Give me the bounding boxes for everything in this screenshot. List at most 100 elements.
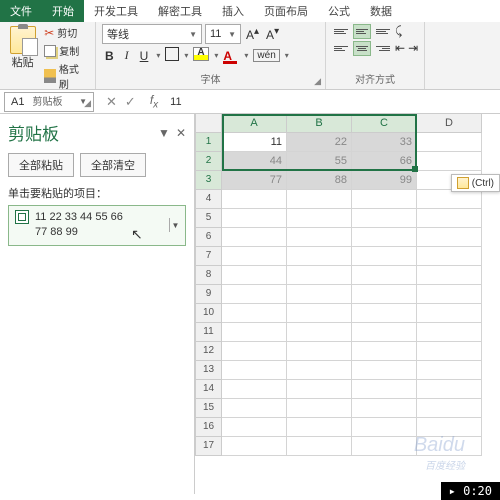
col-header-c[interactable]: C: [352, 114, 417, 133]
paste-options-button[interactable]: (Ctrl): [451, 174, 500, 192]
pane-menu-icon[interactable]: ▼: [158, 126, 170, 140]
item-menu-button[interactable]: ▼: [169, 218, 181, 232]
cell[interactable]: [352, 266, 417, 285]
cell[interactable]: [222, 190, 287, 209]
orientation-button[interactable]: ⤹: [395, 24, 402, 39]
row-header[interactable]: 16: [195, 418, 222, 437]
cell[interactable]: [352, 342, 417, 361]
phonetic-button[interactable]: wén: [253, 49, 279, 62]
cell[interactable]: [287, 418, 352, 437]
chevron-down-icon[interactable]: ▾: [214, 51, 218, 60]
cell[interactable]: [417, 342, 482, 361]
cell[interactable]: [287, 323, 352, 342]
row-header[interactable]: 3: [195, 171, 222, 190]
tab-layout[interactable]: 页面布局: [254, 0, 318, 22]
cell[interactable]: [222, 285, 287, 304]
align-top-button[interactable]: [332, 24, 350, 39]
row-header[interactable]: 14: [195, 380, 222, 399]
font-name-select[interactable]: 等线▼: [102, 24, 202, 44]
cell[interactable]: [352, 209, 417, 228]
row-header[interactable]: 15: [195, 399, 222, 418]
fill-color-button[interactable]: [193, 47, 209, 64]
cell[interactable]: [222, 266, 287, 285]
cell[interactable]: [352, 247, 417, 266]
clipboard-item[interactable]: 11 22 33 44 55 66 77 88 99 ▼ ↖: [8, 205, 186, 246]
cell[interactable]: [287, 342, 352, 361]
row-header[interactable]: 11: [195, 323, 222, 342]
cell[interactable]: 77: [222, 171, 287, 190]
row-header[interactable]: 9: [195, 285, 222, 304]
cell[interactable]: [352, 418, 417, 437]
close-icon[interactable]: ✕: [176, 126, 186, 140]
cell[interactable]: 44: [222, 152, 287, 171]
decrease-font-button[interactable]: A▾: [264, 26, 281, 42]
cell[interactable]: [222, 304, 287, 323]
cell[interactable]: 88: [287, 171, 352, 190]
chevron-down-icon[interactable]: ▾: [285, 51, 289, 60]
increase-indent-button[interactable]: ⇥: [408, 41, 418, 56]
cell[interactable]: [287, 380, 352, 399]
cell[interactable]: [287, 228, 352, 247]
cell[interactable]: [417, 209, 482, 228]
row-header[interactable]: 13: [195, 361, 222, 380]
tab-file[interactable]: 文件: [0, 0, 42, 22]
row-header[interactable]: 4: [195, 190, 222, 209]
confirm-icon[interactable]: ✓: [125, 94, 136, 110]
chevron-down-icon[interactable]: ▾: [156, 51, 160, 60]
cell[interactable]: 66: [352, 152, 417, 171]
format-painter-button[interactable]: 格式刷: [43, 60, 89, 92]
dialog-launcher-icon[interactable]: ◢: [314, 76, 321, 87]
cell[interactable]: [417, 228, 482, 247]
fx-icon[interactable]: fx: [144, 93, 164, 110]
cell[interactable]: [352, 399, 417, 418]
cell[interactable]: [417, 304, 482, 323]
cell[interactable]: [287, 304, 352, 323]
font-color-button[interactable]: [223, 49, 239, 63]
row-header[interactable]: 2: [195, 152, 222, 171]
row-header[interactable]: 17: [195, 437, 222, 456]
cell[interactable]: [417, 399, 482, 418]
cell[interactable]: [417, 190, 482, 209]
font-size-select[interactable]: 11▼: [205, 24, 241, 44]
align-center-button[interactable]: [353, 41, 371, 56]
col-header-d[interactable]: D: [417, 114, 482, 133]
cell[interactable]: [352, 380, 417, 399]
tab-data[interactable]: 数据: [360, 0, 402, 22]
cell[interactable]: [352, 304, 417, 323]
cell[interactable]: [417, 247, 482, 266]
cell[interactable]: [222, 380, 287, 399]
cell[interactable]: [287, 285, 352, 304]
cell[interactable]: [287, 266, 352, 285]
cell[interactable]: [222, 247, 287, 266]
cell[interactable]: [417, 323, 482, 342]
cell[interactable]: [222, 228, 287, 247]
cell[interactable]: [222, 323, 287, 342]
cell[interactable]: 22: [287, 133, 352, 152]
cell[interactable]: [417, 285, 482, 304]
tab-decrypt[interactable]: 解密工具: [148, 0, 212, 22]
cell[interactable]: [287, 437, 352, 456]
cell[interactable]: [287, 399, 352, 418]
cell[interactable]: [222, 209, 287, 228]
chevron-down-icon[interactable]: ▾: [244, 51, 248, 60]
align-right-button[interactable]: [374, 41, 392, 56]
row-header[interactable]: 6: [195, 228, 222, 247]
cell[interactable]: [417, 380, 482, 399]
row-header[interactable]: 12: [195, 342, 222, 361]
cell[interactable]: [222, 342, 287, 361]
cell[interactable]: [352, 361, 417, 380]
cell[interactable]: 55: [287, 152, 352, 171]
chevron-down-icon[interactable]: ▾: [184, 51, 188, 60]
align-middle-button[interactable]: [353, 24, 371, 39]
cell[interactable]: [222, 399, 287, 418]
increase-font-button[interactable]: A▴: [244, 26, 261, 42]
clear-all-button[interactable]: 全部清空: [80, 153, 146, 177]
cell[interactable]: [417, 361, 482, 380]
underline-button[interactable]: U: [137, 48, 152, 64]
row-header[interactable]: 7: [195, 247, 222, 266]
cut-button[interactable]: ✂剪切: [43, 24, 89, 41]
cell[interactable]: [417, 133, 482, 152]
cell[interactable]: [222, 361, 287, 380]
cell[interactable]: [287, 190, 352, 209]
cell[interactable]: [352, 190, 417, 209]
